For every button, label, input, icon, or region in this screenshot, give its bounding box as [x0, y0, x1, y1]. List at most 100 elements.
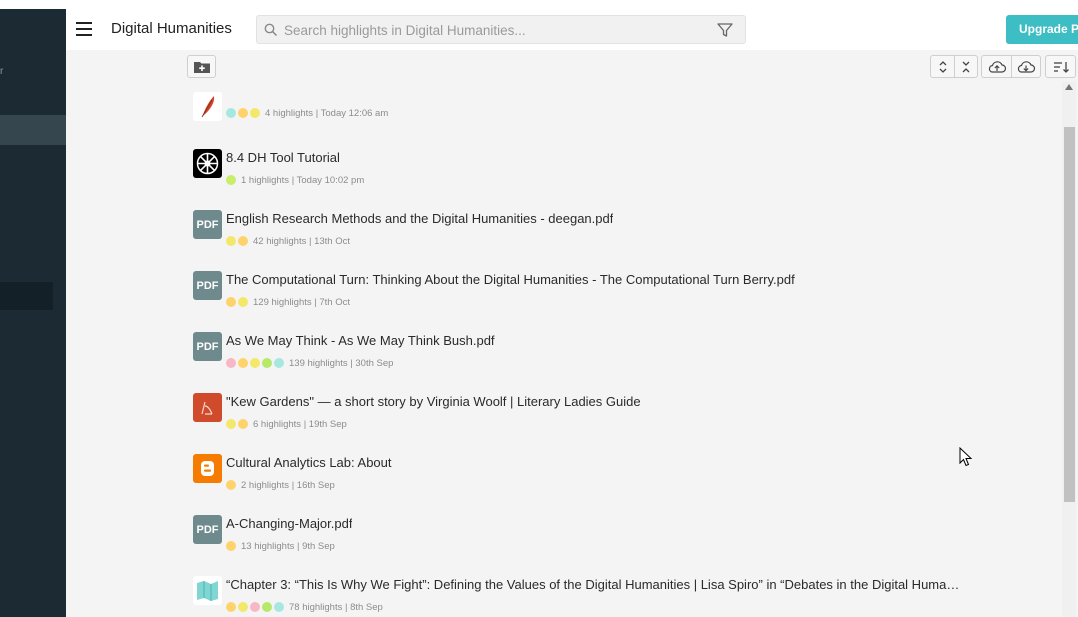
- search-input[interactable]: [284, 20, 704, 40]
- highlight-color-dot: [226, 108, 236, 118]
- item-title[interactable]: 8.4 DH Tool Tutorial: [226, 150, 340, 165]
- highlight-color-dot: [262, 602, 272, 612]
- item-title[interactable]: “Chapter 3: “This Is Why We Fight”: Defi…: [226, 577, 966, 592]
- sidebar-item-active[interactable]: [0, 115, 66, 145]
- item-meta-text: 1 highlights | Today 10:02 pm: [241, 174, 365, 186]
- highlight-color-dot: [226, 480, 236, 490]
- highlight-color-dot: [238, 358, 248, 368]
- highlight-color-dot: [250, 602, 260, 612]
- list-item[interactable]: 4 highlights | Today 12:06 am: [193, 92, 1053, 149]
- blogger-icon: [193, 454, 222, 483]
- highlight-color-dot: [250, 108, 260, 118]
- list-item[interactable]: Cultural Analytics Lab: About 2 highligh…: [193, 454, 1053, 515]
- item-meta-text: 6 highlights | 19th Sep: [253, 418, 347, 430]
- item-meta-text: 2 highlights | 16th Sep: [241, 479, 335, 491]
- item-meta: 1 highlights | Today 10:02 pm: [226, 174, 364, 186]
- expand-all-button[interactable]: [931, 56, 954, 77]
- new-folder-button[interactable]: [187, 55, 216, 78]
- sync-group: [981, 55, 1041, 78]
- sidebar-text-fragment: r: [0, 66, 4, 77]
- highlight-color-dot: [238, 602, 248, 612]
- item-meta: 2 highlights | 16th Sep: [226, 479, 335, 491]
- item-meta: 13 highlights | 9th Sep: [226, 540, 335, 552]
- sort-button[interactable]: [1046, 56, 1075, 77]
- item-meta: 129 highlights | 7th Oct: [226, 296, 350, 308]
- item-title[interactable]: English Research Methods and the Digital…: [226, 211, 613, 226]
- cloud-upload-icon: [988, 60, 1006, 73]
- search-bar: [256, 15, 746, 44]
- item-meta: 78 highlights | 8th Sep: [226, 601, 383, 613]
- item-meta: 139 highlights | 30th Sep: [226, 357, 393, 369]
- highlight-color-dot: [226, 541, 236, 551]
- cloud-download-icon: [1017, 60, 1036, 73]
- highlight-color-dot: [274, 602, 284, 612]
- filter-icon[interactable]: [716, 21, 734, 39]
- highlight-color-dot: [238, 419, 248, 429]
- item-title[interactable]: A-Changing-Major.pdf: [226, 516, 352, 531]
- highlight-color-dot: [226, 297, 236, 307]
- download-button[interactable]: [1011, 56, 1040, 77]
- list-item[interactable]: 8.4 DH Tool Tutorial 1 highlights | Toda…: [193, 149, 1053, 210]
- scrollbar-thumb[interactable]: [1064, 127, 1075, 502]
- highlight-color-dot: [250, 358, 260, 368]
- list-item[interactable]: "Kew Gardens" — a short story by Virgini…: [193, 393, 1053, 454]
- pen-icon: [193, 393, 222, 422]
- item-title[interactable]: "Kew Gardens" — a short story by Virgini…: [226, 394, 641, 409]
- search-icon: [264, 23, 278, 37]
- highlight-color-dot: [226, 358, 236, 368]
- page-title: Digital Humanities: [111, 20, 232, 37]
- main-content: 4 highlights | Today 12:06 am 8.4 DH Too…: [66, 50, 1078, 617]
- collapse-all-button[interactable]: [954, 56, 977, 77]
- scroll-up-arrow-icon[interactable]: [1065, 84, 1073, 90]
- app-window: r Digital Humanities Upgrade P: [0, 0, 1078, 617]
- pdf-icon: PDF: [193, 271, 222, 300]
- item-meta-text: 4 highlights | Today 12:06 am: [265, 107, 389, 119]
- item-meta-text: 139 highlights | 30th Sep: [289, 357, 394, 369]
- highlight-color-dot: [226, 602, 236, 612]
- upload-button[interactable]: [982, 56, 1011, 77]
- wheel-icon: [193, 149, 222, 178]
- mouse-cursor-icon: [959, 447, 973, 467]
- item-title[interactable]: As We May Think - As We May Think Bush.p…: [226, 333, 495, 348]
- item-title[interactable]: The Computational Turn: Thinking About t…: [226, 272, 795, 287]
- scrollbar[interactable]: [1062, 82, 1076, 617]
- sort-icon: [1053, 61, 1069, 73]
- sort-group: [1045, 55, 1076, 78]
- highlight-color-dot: [226, 236, 236, 246]
- highlight-color-dot: [226, 419, 236, 429]
- header-bar: Digital Humanities Upgrade P: [66, 9, 1078, 50]
- list-item[interactable]: PDF The Computational Turn: Thinking Abo…: [193, 271, 1053, 332]
- list-item[interactable]: PDF As We May Think - As We May Think Bu…: [193, 332, 1053, 393]
- list-item[interactable]: PDF A-Changing-Major.pdf 13 highlights |…: [193, 515, 1053, 576]
- expand-icon: [939, 60, 946, 73]
- list-item[interactable]: “Chapter 3: “This Is Why We Fight”: Defi…: [193, 576, 1053, 617]
- collapse-icon: [962, 61, 970, 72]
- feather-icon: [193, 92, 222, 121]
- expand-collapse-group: [930, 55, 978, 78]
- pdf-icon: PDF: [193, 332, 222, 361]
- folder-plus-icon: [193, 61, 210, 73]
- map-icon: [193, 576, 222, 605]
- item-meta-text: 129 highlights | 7th Oct: [253, 296, 350, 308]
- list-item[interactable]: PDF English Research Methods and the Dig…: [193, 210, 1053, 271]
- highlight-color-dot: [238, 108, 248, 118]
- sidebar: r: [0, 9, 66, 617]
- highlight-color-dot: [262, 358, 272, 368]
- item-meta: 4 highlights | Today 12:06 am: [226, 107, 388, 119]
- item-meta: 42 highlights | 13th Oct: [226, 235, 350, 247]
- menu-icon[interactable]: [76, 22, 92, 36]
- highlight-color-dot: [238, 236, 248, 246]
- item-title[interactable]: Cultural Analytics Lab: About: [226, 455, 392, 470]
- pdf-icon: PDF: [193, 515, 222, 544]
- top-strip: [0, 0, 1078, 9]
- sidebar-item-selected[interactable]: [0, 282, 53, 310]
- item-meta: 6 highlights | 19th Sep: [226, 418, 347, 430]
- highlight-color-dot: [238, 297, 248, 307]
- item-meta-text: 42 highlights | 13th Oct: [253, 235, 350, 247]
- item-meta-text: 13 highlights | 9th Sep: [241, 540, 335, 552]
- document-list: 4 highlights | Today 12:06 am 8.4 DH Too…: [193, 92, 1053, 617]
- pdf-icon: PDF: [193, 210, 222, 239]
- upgrade-button[interactable]: Upgrade P: [1006, 15, 1078, 44]
- item-meta-text: 78 highlights | 8th Sep: [289, 601, 383, 613]
- highlight-color-dot: [226, 175, 236, 185]
